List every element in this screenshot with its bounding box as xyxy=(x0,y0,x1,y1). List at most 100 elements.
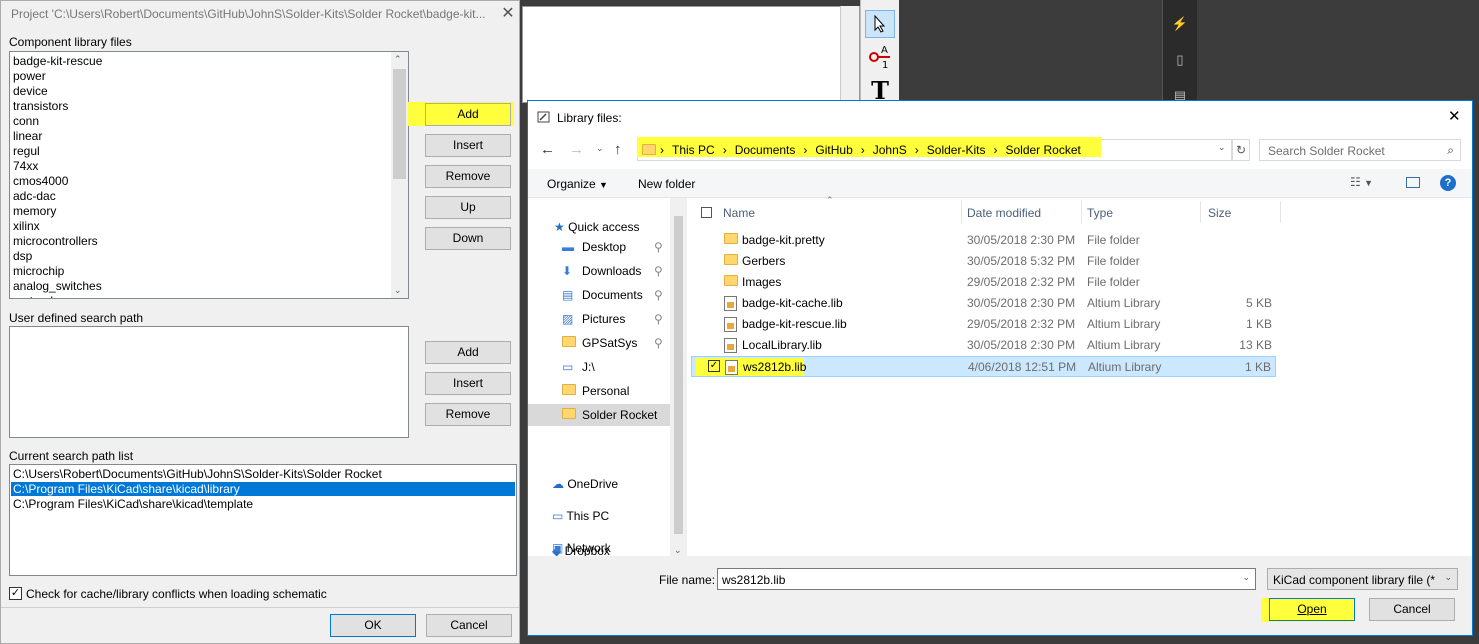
nav-this-pc[interactable]: ▭ This PC xyxy=(552,509,609,523)
remove-path-button[interactable]: Remove xyxy=(425,403,511,426)
library-item[interactable]: badge-kit-rescue xyxy=(13,54,102,68)
forward-arrow-icon[interactable]: → xyxy=(569,141,584,158)
component-library-list[interactable]: badge-kit-rescue power device transistors co… xyxy=(9,51,409,299)
nav-item[interactable]: ⬇ Downloads ⚲ xyxy=(528,260,670,282)
select-all-checkbox[interactable] xyxy=(701,207,712,218)
nav-item[interactable]: Solder Rocket xyxy=(528,404,670,426)
breadcrumb-item[interactable]: GitHub xyxy=(815,143,852,157)
library-item[interactable]: power xyxy=(13,69,46,83)
library-item[interactable]: adc-dac xyxy=(13,189,56,203)
breadcrumb-separator-icon[interactable]: › xyxy=(993,143,997,157)
breadcrumb-separator-icon[interactable]: › xyxy=(660,143,664,157)
file-row[interactable]: LocalLibrary.lib 30/05/2018 2:30 PM Altium… xyxy=(691,335,1276,356)
library-item[interactable]: analog_switches xyxy=(13,279,102,293)
search-path-item[interactable]: C:\Program Files\KiCad\share\kicad\libra… xyxy=(11,482,515,496)
scroll-thumb[interactable] xyxy=(393,69,406,179)
close-icon[interactable]: ✕ xyxy=(1448,107,1461,125)
nav-item[interactable]: Personal xyxy=(528,380,670,402)
nav-network[interactable]: ▣ Network xyxy=(552,541,611,555)
column-divider[interactable] xyxy=(1081,201,1082,223)
library-item[interactable]: motorola xyxy=(13,294,60,298)
breadcrumb-separator-icon[interactable]: › xyxy=(803,143,807,157)
file-row[interactable]: ✓ ws2812b.lib 4/06/2018 12:51 PM Altium Lib… xyxy=(691,356,1276,377)
nav-scroll-thumb[interactable] xyxy=(674,216,683,534)
close-icon[interactable]: ✕ xyxy=(499,3,517,23)
new-folder-button[interactable]: New folder xyxy=(638,177,695,191)
pin-icon[interactable]: ⚲ xyxy=(654,312,663,326)
pin-icon[interactable]: ⚲ xyxy=(654,264,663,278)
recent-dropdown-icon[interactable]: ⌄ xyxy=(596,143,604,154)
library-item[interactable]: dsp xyxy=(13,249,32,263)
add-path-button[interactable]: Add xyxy=(425,341,511,364)
breadcrumb-item[interactable]: Solder Rocket xyxy=(1005,143,1080,157)
scroll-up-icon[interactable]: ⌃ xyxy=(394,54,402,65)
select-tool-icon[interactable] xyxy=(865,10,895,38)
lightning-icon[interactable]: ⚡ xyxy=(1171,16,1189,34)
column-divider[interactable] xyxy=(1200,201,1201,223)
down-button[interactable]: Down xyxy=(425,227,511,250)
cancel-button[interactable]: Cancel xyxy=(1369,598,1455,621)
search-path-item[interactable]: C:\Program Files\KiCad\share\kicad\templ… xyxy=(13,497,253,511)
pin-icon[interactable]: ⚲ xyxy=(654,336,663,350)
library-item[interactable]: memory xyxy=(13,204,56,218)
check-conflicts-checkbox[interactable]: ✓ xyxy=(9,587,22,600)
column-divider[interactable] xyxy=(961,201,962,223)
file-type-select[interactable]: KiCad component library file (* ⌄ xyxy=(1267,568,1458,590)
add-library-button[interactable]: Add xyxy=(425,103,511,126)
chevron-down-icon[interactable]: ⌄ xyxy=(1444,572,1452,583)
library-list-scrollbar[interactable]: ⌃ ⌄ xyxy=(391,52,408,298)
help-icon[interactable]: ? xyxy=(1440,175,1456,191)
library-item[interactable]: xilinx xyxy=(13,219,40,233)
refresh-icon[interactable]: ↻ xyxy=(1232,139,1250,161)
breadcrumb-separator-icon[interactable]: › xyxy=(915,143,919,157)
scroll-down-icon[interactable]: ⌄ xyxy=(394,285,402,296)
breadcrumb-separator-icon[interactable]: › xyxy=(861,143,865,157)
column-name-header[interactable]: Name xyxy=(723,206,755,220)
library-item[interactable]: conn xyxy=(13,114,39,128)
preview-pane-icon[interactable] xyxy=(1406,177,1420,188)
breadcrumb-separator-icon[interactable]: › xyxy=(723,143,727,157)
nav-item[interactable]: ▤ Documents ⚲ xyxy=(528,284,670,306)
column-date-header[interactable]: Date modified xyxy=(967,206,1041,220)
nav-item[interactable]: ▬ Desktop ⚲ xyxy=(528,236,670,258)
nav-quick-access[interactable]: ★ Quick access xyxy=(554,220,639,234)
back-arrow-icon[interactable]: ← xyxy=(540,141,555,158)
pin-tool-icon[interactable]: A1 xyxy=(865,42,895,70)
search-path-item[interactable]: C:\Users\Robert\Documents\GitHub\JohnS\S… xyxy=(13,467,382,481)
filename-field[interactable]: ws2812b.lib ⌄ xyxy=(717,568,1256,590)
up-arrow-icon[interactable]: ↑ xyxy=(614,141,622,158)
nav-item[interactable]: GPSatSys ⚲ xyxy=(528,332,670,354)
library-item[interactable]: microcontrollers xyxy=(13,234,98,248)
cancel-button[interactable]: Cancel xyxy=(426,614,512,637)
organize-menu[interactable]: Organize ▼ xyxy=(547,177,608,191)
nav-item[interactable]: ▨ Pictures ⚲ xyxy=(528,308,670,330)
library-item[interactable]: microchip xyxy=(13,264,64,278)
open-button[interactable]: Open xyxy=(1269,598,1355,621)
nav-scrollbar[interactable]: ⌄ xyxy=(670,198,687,556)
address-dropdown-icon[interactable]: ⌄ xyxy=(1218,142,1226,153)
breadcrumb-item[interactable]: JohnS xyxy=(873,143,907,157)
library-item[interactable]: transistors xyxy=(13,99,68,113)
file-row[interactable]: badge-kit-cache.lib 30/05/2018 2:30 PM Alt… xyxy=(691,293,1276,314)
column-size-header[interactable]: Size xyxy=(1208,206,1231,220)
up-button[interactable]: Up xyxy=(425,196,511,219)
file-row[interactable]: badge-kit.pretty 30/05/2018 2:30 PM File f… xyxy=(691,230,1276,251)
insert-path-button[interactable]: Insert xyxy=(425,372,511,395)
editor-canvas[interactable] xyxy=(522,6,860,103)
nav-item[interactable]: ▭ J:\ xyxy=(528,356,670,378)
scroll-down-icon[interactable]: ⌄ xyxy=(674,545,682,556)
search-box[interactable]: Search Solder Rocket ⌕ xyxy=(1259,139,1461,161)
file-row[interactable]: Images 29/05/2018 2:32 PM File folder xyxy=(691,272,1276,293)
library-item[interactable]: regul xyxy=(13,144,40,158)
library-item[interactable]: linear xyxy=(13,129,42,143)
column-divider[interactable] xyxy=(1280,201,1281,223)
library-item[interactable]: 74xx xyxy=(13,159,38,173)
pin-icon[interactable]: ⚲ xyxy=(654,240,663,254)
book-icon[interactable]: ▯ xyxy=(1171,52,1189,70)
pin-icon[interactable]: ⚲ xyxy=(654,288,663,302)
current-path-list[interactable]: C:\Users\Robert\Documents\GitHub\JohnS\S… xyxy=(9,464,517,576)
file-row[interactable]: Gerbers 30/05/2018 5:32 PM File folder xyxy=(691,251,1276,272)
nav-onedrive[interactable]: ☁ OneDrive xyxy=(552,477,618,491)
ok-button[interactable]: OK xyxy=(330,614,416,637)
chevron-down-icon[interactable]: ⌄ xyxy=(1242,572,1250,583)
